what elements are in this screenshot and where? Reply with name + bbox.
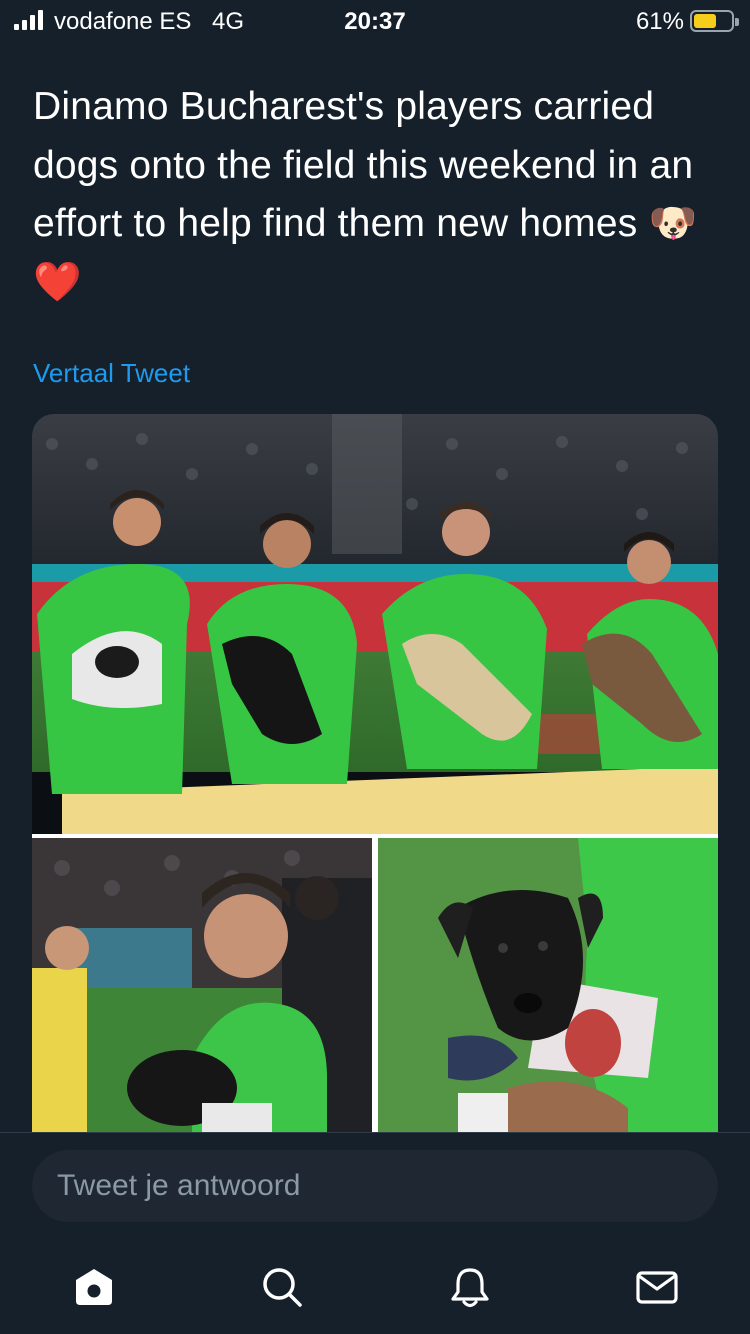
player-with-puppy-photo[interactable]	[32, 838, 372, 1132]
tweet-text: Dinamo Bucharest's players carried dogs …	[33, 85, 698, 304]
search-icon	[263, 1268, 302, 1307]
players-holding-dogs-photo[interactable]	[32, 414, 718, 834]
status-bar: vodafone ES 4G 20:37 61%	[0, 0, 750, 42]
tab-home[interactable]	[72, 1265, 116, 1309]
tweet-media[interactable]	[32, 414, 718, 1132]
tab-search[interactable]	[260, 1265, 304, 1309]
black-puppy-closeup-photo[interactable]	[378, 838, 718, 1132]
tab-bar	[0, 1251, 750, 1321]
tab-messages[interactable]	[635, 1265, 679, 1309]
battery-fill	[694, 14, 716, 28]
messages-icon	[636, 1271, 678, 1304]
reply-area: Tweet je antwoord	[0, 1132, 750, 1334]
notifications-icon	[451, 1268, 489, 1308]
tab-notifications[interactable]	[448, 1265, 492, 1309]
translate-tweet-link[interactable]: Vertaal Tweet	[33, 358, 190, 389]
battery-nub	[735, 18, 739, 26]
home-icon	[76, 1269, 112, 1305]
battery-icon	[690, 10, 739, 32]
reply-placeholder: Tweet je antwoord	[57, 1169, 301, 1202]
reply-input[interactable]: Tweet je antwoord	[32, 1150, 718, 1222]
battery-percent: 61%	[635, 8, 684, 35]
